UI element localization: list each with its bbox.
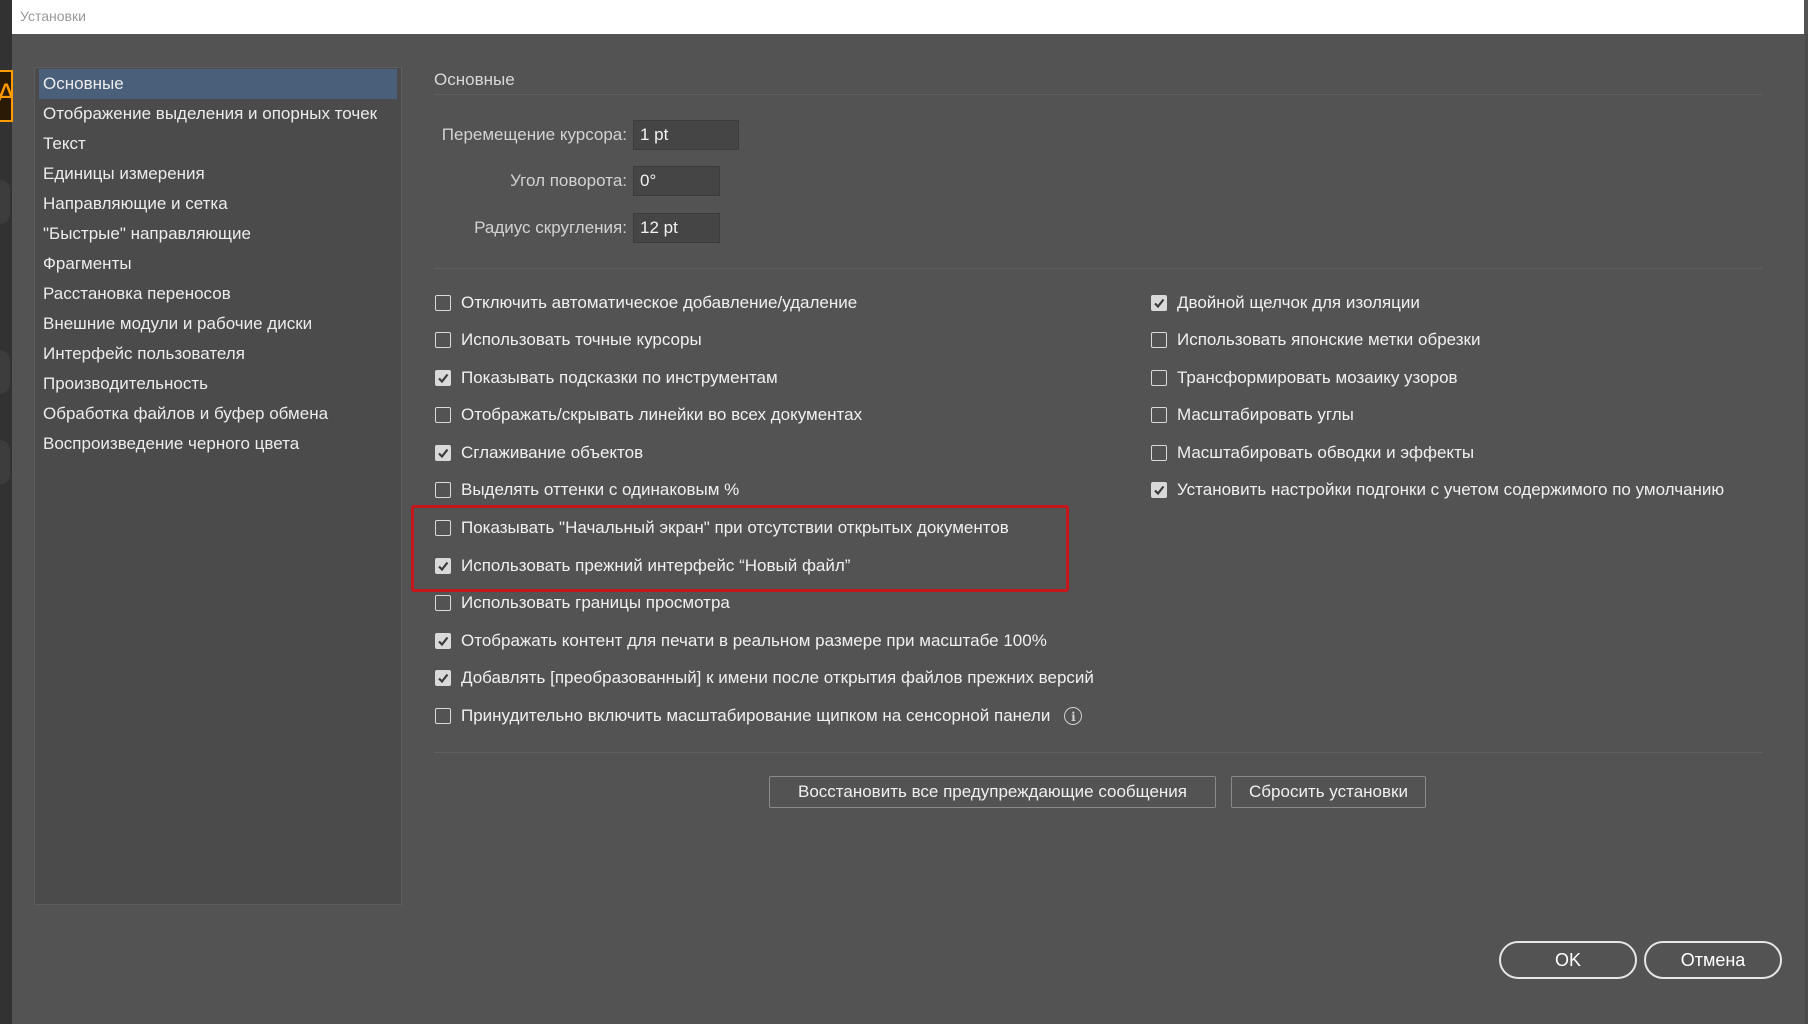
- option-transform-pattern-tiles[interactable]: Трансформировать мозаику узоров: [1151, 365, 1458, 391]
- sidebar-item-performance[interactable]: Производительность: [39, 369, 397, 399]
- section-divider: [434, 94, 1762, 95]
- reset-warnings-button[interactable]: Восстановить все предупреждающие сообщен…: [769, 776, 1216, 808]
- option-select-same-tint[interactable]: Выделять оттенки с одинаковым %: [435, 477, 739, 503]
- checkbox[interactable]: [435, 670, 451, 686]
- option-label: Использовать точные курсоры: [461, 330, 702, 349]
- option-label: Масштабировать углы: [1177, 405, 1354, 424]
- checkbox[interactable]: [1151, 407, 1167, 423]
- option-label: Использовать границы просмотра: [461, 593, 730, 612]
- cursor-key-label: Перемещение курсора:: [441, 125, 627, 144]
- checkbox[interactable]: [435, 595, 451, 611]
- checkbox[interactable]: [435, 407, 451, 423]
- option-scale-corners[interactable]: Масштабировать углы: [1151, 402, 1354, 428]
- sidebar-item-units[interactable]: Единицы измерения: [39, 159, 397, 189]
- checkbox[interactable]: [1151, 445, 1167, 461]
- rotation-label: Угол поворота:: [510, 171, 627, 190]
- ok-button[interactable]: OK: [1499, 941, 1637, 979]
- sidebar-item-plugins-scratch-disks[interactable]: Внешние модули и рабочие диски: [39, 309, 397, 339]
- fields-divider: [434, 268, 1762, 269]
- checkbox[interactable]: [1151, 295, 1167, 311]
- option-label: Отображать контент для печати в реальном…: [461, 631, 1047, 650]
- info-icon[interactable]: i: [1064, 707, 1083, 725]
- checkbox[interactable]: [435, 633, 451, 649]
- option-label: Принудительно включить масштабирование щ…: [461, 706, 1051, 725]
- option-label: Установить настройки подгонки с учетом с…: [1177, 480, 1725, 499]
- option-label: Отключить автоматическое добавление/удал…: [461, 293, 858, 312]
- sidebar-item-guides-grid[interactable]: Направляющие и сетка: [39, 189, 397, 219]
- app-window-edge: [0, 0, 12, 1024]
- rotation-input[interactable]: 0°: [633, 166, 720, 196]
- checkbox[interactable]: [1151, 332, 1167, 348]
- checkbox[interactable]: [435, 708, 451, 724]
- sidebar-item-general[interactable]: Основные: [39, 69, 397, 99]
- dialog-titlebar[interactable]: Установки: [12, 0, 1804, 34]
- option-label: Добавлять [преобразованный] к имени посл…: [461, 668, 1094, 687]
- option-precise-cursors[interactable]: Использовать точные курсоры: [435, 327, 702, 353]
- app-panel-tab: [0, 440, 10, 484]
- option-preview-bounds[interactable]: Использовать границы просмотра: [435, 590, 730, 616]
- corner-radius-label: Радиус скругления:: [474, 218, 627, 237]
- checkbox[interactable]: [435, 445, 451, 461]
- option-disable-auto-add-delete[interactable]: Отключить автоматическое добавление/удал…: [435, 290, 857, 316]
- app-panel-tab: [0, 350, 10, 394]
- option-japanese-crop-marks[interactable]: Использовать японские метки обрезки: [1151, 327, 1480, 353]
- cancel-button[interactable]: Отмена: [1644, 941, 1782, 979]
- sidebar-item-smart-guides[interactable]: "Быстрые" направляющие: [39, 219, 397, 249]
- option-label: Масштабировать обводки и эффекты: [1177, 443, 1475, 462]
- app-panel-tab: [0, 180, 10, 224]
- checkbox[interactable]: [1151, 482, 1167, 498]
- option-force-pinch-zoom[interactable]: Принудительно включить масштабирование щ…: [435, 703, 1083, 729]
- option-scale-strokes-effects[interactable]: Масштабировать обводки и эффекты: [1151, 440, 1474, 466]
- sidebar-item-hyphenation[interactable]: Расстановка переносов: [39, 279, 397, 309]
- sidebar-item-black-appearance[interactable]: Воспроизведение черного цвета: [39, 429, 397, 459]
- option-append-converted[interactable]: Добавлять [преобразованный] к имени посл…: [435, 665, 1094, 691]
- sidebar-item-slices[interactable]: Фрагменты: [39, 249, 397, 279]
- section-title: Основные: [434, 70, 515, 89]
- checkbox[interactable]: [1151, 370, 1167, 386]
- checkbox[interactable]: [435, 370, 451, 386]
- sidebar-item-selection-anchor-display[interactable]: Отображение выделения и опорных точек: [39, 99, 397, 129]
- checkbox[interactable]: [435, 295, 451, 311]
- corner-radius-input[interactable]: 12 pt: [633, 213, 720, 243]
- option-double-click-isolate[interactable]: Двойной щелчок для изоляции: [1151, 290, 1420, 316]
- reset-preferences-button[interactable]: Сбросить установки: [1231, 776, 1426, 808]
- option-real-size-print[interactable]: Отображать контент для печати в реальном…: [435, 628, 1047, 654]
- sidebar-item-file-handling-clipboard[interactable]: Обработка файлов и буфер обмена: [39, 399, 397, 429]
- option-label: Двойной щелчок для изоляции: [1177, 293, 1420, 312]
- options-divider: [434, 752, 1762, 753]
- checkbox[interactable]: [435, 332, 451, 348]
- option-label: Сглаживание объектов: [461, 443, 644, 462]
- option-show-tool-tips[interactable]: Показывать подсказки по инструментам: [435, 365, 778, 391]
- highlight-annotation: [411, 505, 1069, 592]
- preferences-category-list: Основные Отображение выделения и опорных…: [34, 67, 402, 905]
- dialog-title: Установки: [20, 8, 86, 24]
- checkbox[interactable]: [435, 482, 451, 498]
- app-logo-icon: A: [0, 70, 13, 122]
- cursor-key-input[interactable]: 1 pt: [633, 120, 739, 150]
- option-label: Использовать японские метки обрезки: [1177, 330, 1481, 349]
- option-anti-aliased-artwork[interactable]: Сглаживание объектов: [435, 440, 643, 466]
- option-content-aware-defaults[interactable]: Установить настройки подгонки с учетом с…: [1151, 477, 1724, 503]
- sidebar-item-user-interface[interactable]: Интерфейс пользователя: [39, 339, 397, 369]
- option-toggle-rulers-all-docs[interactable]: Отображать/скрывать линейки во всех доку…: [435, 402, 862, 428]
- option-label: Выделять оттенки с одинаковым %: [461, 480, 740, 499]
- option-label: Показывать подсказки по инструментам: [461, 368, 778, 387]
- sidebar-item-type[interactable]: Текст: [39, 129, 397, 159]
- option-label: Отображать/скрывать линейки во всех доку…: [461, 405, 863, 424]
- option-label: Трансформировать мозаику узоров: [1177, 368, 1458, 387]
